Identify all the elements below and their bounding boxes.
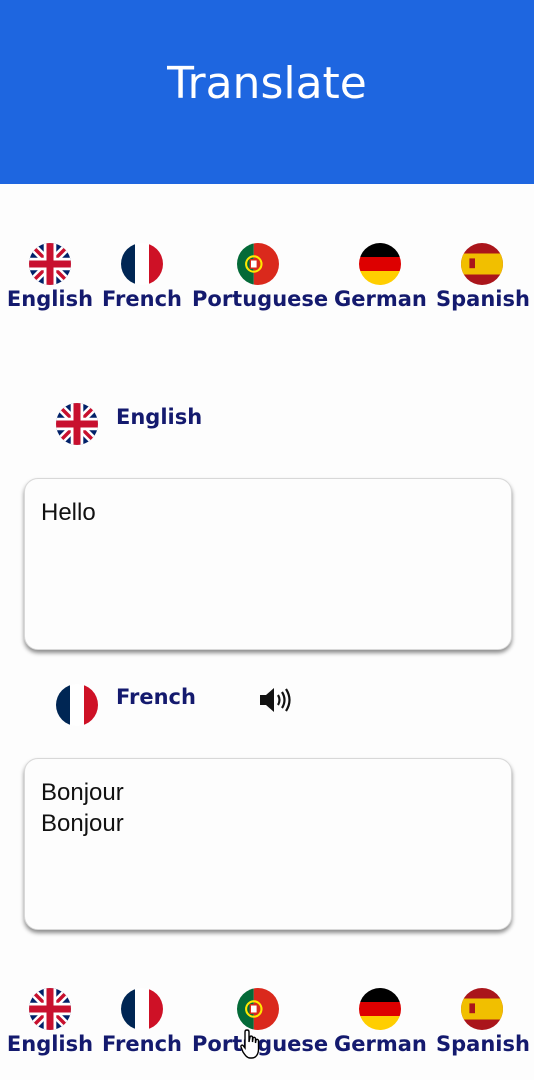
uk-flag-icon [29, 243, 71, 285]
spain-flag-icon [461, 988, 503, 1030]
target-language-selector: English French Portuguese German Spanish [0, 988, 534, 1068]
translation-output[interactable]: Bonjour Bonjour [24, 758, 512, 930]
source-text: Hello [41, 499, 96, 526]
source-language-selector: English French Portuguese German Spanish [0, 243, 534, 323]
translated-text: Bonjour Bonjour [41, 779, 124, 837]
lang-label: French [102, 1032, 182, 1056]
source-language-label: English [116, 405, 203, 429]
france-flag-icon [121, 988, 163, 1030]
germany-flag-icon [359, 243, 401, 285]
uk-flag-icon [29, 988, 71, 1030]
france-flag-icon [56, 684, 98, 726]
source-text-input[interactable]: Hello [24, 478, 512, 650]
spain-flag-icon [461, 243, 503, 285]
lang-label: French [102, 287, 182, 311]
app-title: Translate [167, 58, 367, 109]
speaker-icon[interactable] [258, 686, 292, 714]
germany-flag-icon [359, 988, 401, 1030]
app-header: Translate [0, 0, 534, 184]
portugal-flag-icon [237, 988, 279, 1030]
portugal-flag-icon [237, 243, 279, 285]
lang-label: English [6, 287, 94, 311]
lang-label: Portuguese [192, 287, 329, 311]
lang-label: English [6, 1032, 94, 1056]
france-flag-icon [121, 243, 163, 285]
hand-cursor-icon [240, 1028, 264, 1060]
lang-label: Spanish [436, 287, 530, 311]
lang-label: Spanish [436, 1032, 530, 1056]
lang-label: German [334, 287, 427, 311]
uk-flag-icon [56, 403, 98, 445]
lang-label: German [334, 1032, 427, 1056]
target-language-label: French [116, 685, 196, 709]
